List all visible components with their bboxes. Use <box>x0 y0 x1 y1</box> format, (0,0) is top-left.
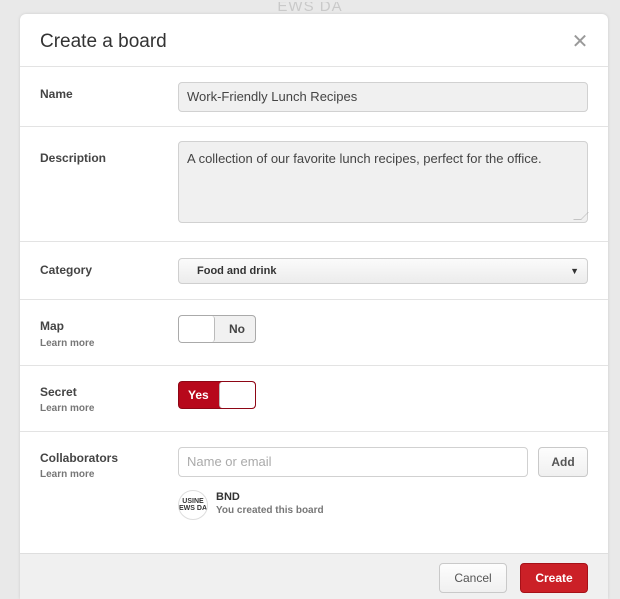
name-row: Name Work-Friendly Lunch Recipes <box>20 67 608 127</box>
description-label: Description <box>40 151 107 165</box>
category-row: Category Food and drink ▼ <box>20 242 608 300</box>
category-select[interactable]: Food and drink ▼ <box>178 258 588 284</box>
name-label: Name <box>40 87 73 101</box>
name-input[interactable]: Work-Friendly Lunch Recipes <box>178 82 588 112</box>
dialog-header: Create a board ✕ <box>20 14 608 67</box>
map-toggle-knob <box>179 316 215 342</box>
cancel-button[interactable]: Cancel <box>439 563 507 593</box>
secret-label: Secret <box>40 385 77 399</box>
secret-row: Secret Learn more Yes <box>20 366 608 432</box>
secret-toggle-label: Yes <box>188 388 209 402</box>
collaborators-label: Collaborators <box>40 451 119 465</box>
dialog-footer: Cancel Create <box>20 553 608 599</box>
map-label: Map <box>40 319 64 333</box>
collaborators-row: Collaborators Learn more Name or email A… <box>20 432 608 554</box>
dropdown-arrow-icon: ▼ <box>570 266 579 276</box>
avatar: USINE EWS DA <box>178 490 208 520</box>
close-icon[interactable]: ✕ <box>570 32 590 52</box>
description-row: Description A collection of our favorite… <box>20 127 608 242</box>
collaborator-search-input[interactable]: Name or email <box>178 447 528 477</box>
collaborators-learn-more-link[interactable]: Learn more <box>40 469 94 480</box>
avatar-text-line-1: USINE <box>182 498 204 505</box>
map-learn-more-link[interactable]: Learn more <box>40 338 94 349</box>
category-label: Category <box>40 263 93 277</box>
secret-toggle[interactable]: Yes <box>178 381 256 409</box>
owner-note: You created this board <box>216 505 324 516</box>
map-row: Map Learn more No <box>20 300 608 366</box>
secret-toggle-knob <box>219 382 255 408</box>
secret-learn-more-link[interactable]: Learn more <box>40 403 94 414</box>
description-textarea[interactable]: A collection of our favorite lunch recip… <box>178 141 589 223</box>
map-toggle[interactable]: No <box>178 315 256 343</box>
resize-handle-icon[interactable] <box>573 212 589 220</box>
create-button[interactable]: Create <box>520 563 588 593</box>
dialog-title: Create a board <box>40 31 167 52</box>
category-selected-value: Food and drink <box>197 265 277 277</box>
background-page-text: EWS DA <box>277 2 343 12</box>
owner-name: BND <box>216 491 240 503</box>
map-toggle-label: No <box>229 322 245 336</box>
create-board-dialog: Create a board ✕ Name Work-Friendly Lunc… <box>20 14 608 599</box>
avatar-text-line-2: EWS DA <box>179 505 207 512</box>
description-text: A collection of our favorite lunch recip… <box>187 151 542 166</box>
add-collaborator-button[interactable]: Add <box>538 447 588 477</box>
